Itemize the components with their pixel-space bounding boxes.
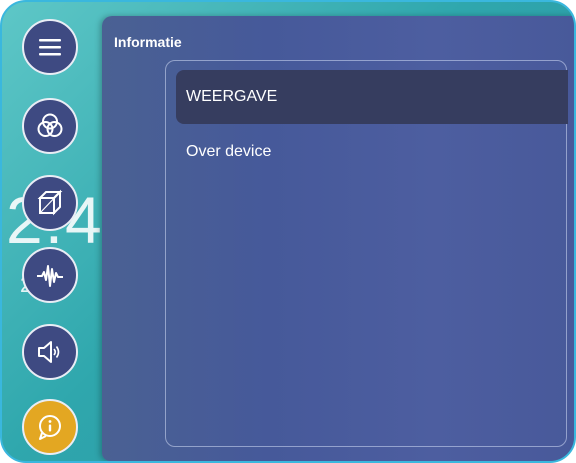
info-icon [39,415,61,440]
panel-title: Informatie [114,34,182,50]
screen-frame: 2:45 2020 Informatie WEERGAVE Over devic… [0,0,576,463]
volume-button[interactable] [22,324,78,380]
info-panel: Informatie WEERGAVE Over device [102,16,574,461]
menu-button[interactable] [22,19,78,75]
audio-settings-button[interactable] [22,247,78,303]
color-circles-icon [37,113,63,137]
speaker-icon [38,341,60,363]
menu-item-over-device[interactable]: Over device [176,125,568,179]
menu-icon [39,39,61,56]
menu-item-weergave[interactable]: WEERGAVE [176,70,568,124]
display-settings-button[interactable] [22,175,78,231]
waveform-icon [37,265,63,287]
color-settings-button[interactable] [22,98,78,154]
cube-icon [37,189,63,216]
info-button[interactable] [22,399,78,455]
menu-list: WEERGAVE Over device [165,60,568,447]
